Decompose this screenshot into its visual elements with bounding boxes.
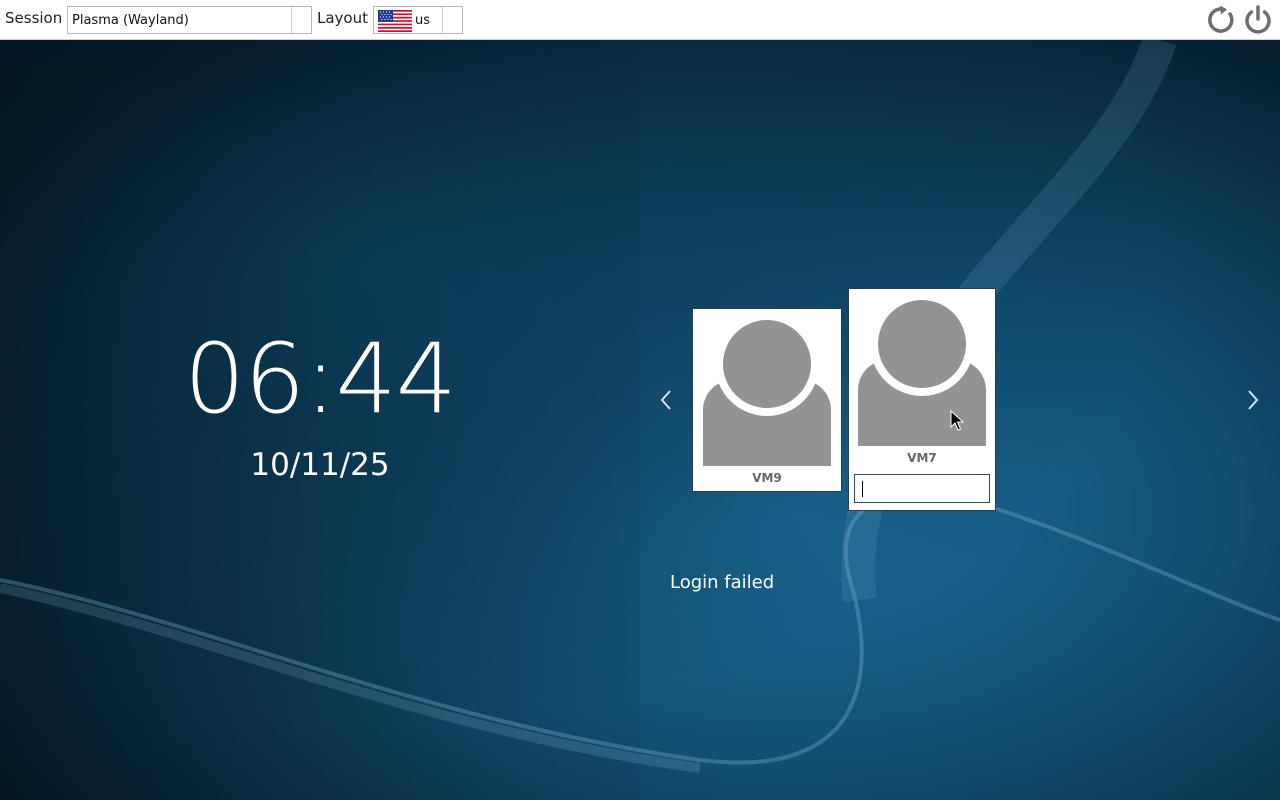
next-user-arrow-icon[interactable] <box>1246 389 1260 411</box>
layout-value: us <box>415 13 431 28</box>
mouse-cursor-icon <box>950 410 964 431</box>
layout-dropdown-button[interactable] <box>442 7 462 33</box>
session-dropdown-button[interactable] <box>291 7 311 33</box>
layout-select[interactable]: us <box>373 6 463 34</box>
power-icon[interactable] <box>1242 4 1274 36</box>
text-caret <box>862 481 863 497</box>
login-screen: Session Plasma (Wayland) Layout us 06:44… <box>0 0 1280 800</box>
top-bar: Session Plasma (Wayland) Layout us <box>0 0 1280 40</box>
session-select[interactable]: Plasma (Wayland) <box>67 6 312 34</box>
password-field[interactable] <box>854 474 990 503</box>
user-name-vm7: VM7 <box>907 451 937 465</box>
user-avatar-icon <box>703 314 831 466</box>
user-card-vm9[interactable]: VM9 <box>692 308 842 492</box>
session-label: Session <box>5 9 63 27</box>
layout-label: Layout <box>317 9 368 27</box>
restart-icon[interactable] <box>1205 4 1237 36</box>
clock-date: 10/11/25 <box>250 447 390 483</box>
session-value: Plasma (Wayland) <box>72 13 189 28</box>
user-avatar-icon <box>858 294 986 446</box>
user-card-vm7[interactable]: VM7 <box>848 288 996 511</box>
previous-user-arrow-icon[interactable] <box>659 389 673 411</box>
us-flag-icon <box>378 10 412 32</box>
user-name-vm9: VM9 <box>752 471 782 485</box>
clock-time: 06:44 <box>184 323 457 435</box>
login-status-message: Login failed <box>670 572 775 593</box>
